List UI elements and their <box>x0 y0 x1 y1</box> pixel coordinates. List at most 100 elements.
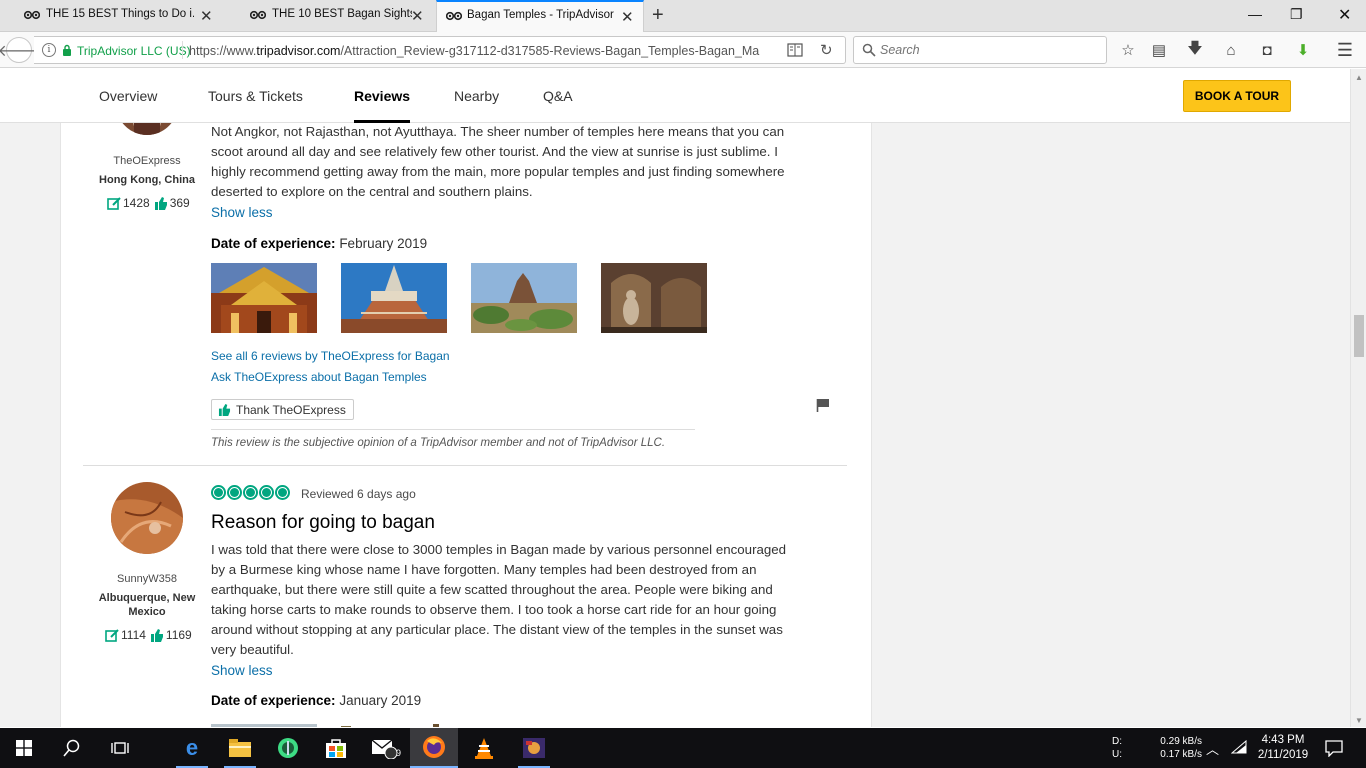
ask-reviewer-link[interactable]: Ask TheOExpress about Bagan Temples <box>211 370 427 384</box>
taskbar-store[interactable] <box>312 728 360 768</box>
tab-nearby[interactable]: Nearby <box>454 88 499 104</box>
tab-title: Bagan Temples - TripAdvisor <box>467 9 614 21</box>
scroll-up-icon[interactable]: ▲ <box>1355 73 1363 82</box>
browser-tab-3-active[interactable]: Bagan Temples - TripAdvisor ✕ <box>436 0 644 33</box>
info-icon[interactable]: i <box>42 43 56 57</box>
review-photo[interactable] <box>341 721 447 727</box>
book-a-tour-button[interactable]: BOOK A TOUR <box>1183 80 1291 112</box>
taskbar-file-explorer[interactable] <box>216 728 264 768</box>
review-separator <box>83 465 847 466</box>
taskbar-mail[interactable]: 9 <box>360 728 408 768</box>
rating-bubble <box>243 485 258 500</box>
back-button[interactable]: 🡐 <box>0 37 40 63</box>
taskbar-vlc[interactable] <box>460 728 508 768</box>
rating-bubble <box>211 485 226 500</box>
windows-taskbar: e 9 D: U: 0.29 kB/s 0.17 kB/s ︿ 4:43 PM … <box>0 728 1366 768</box>
url-domain: tripadvisor.com <box>256 44 341 58</box>
page-section-nav: Overview Tours & Tickets Reviews Nearby … <box>0 69 1350 123</box>
review-photo[interactable] <box>211 263 317 333</box>
edge-icon: e <box>185 735 199 760</box>
doe-label: Date of experience: <box>211 236 336 251</box>
date-of-experience: Date of experience: January 2019 <box>211 693 421 708</box>
firefox-icon <box>423 736 445 758</box>
reviewed-date: Reviewed 6 days ago <box>301 487 416 501</box>
store-icon <box>326 739 346 758</box>
taskbar-app[interactable] <box>510 728 558 768</box>
browser-tab-strip: THE 15 BEST Things to Do i... ✕ THE 10 B… <box>0 0 1366 33</box>
url-prefix: https://www. <box>189 44 257 58</box>
tab-overview[interactable]: Overview <box>99 88 157 104</box>
bubble-rating <box>211 485 291 500</box>
clock-date: 2/11/2019 <box>1257 749 1309 761</box>
download-label: D: <box>1112 736 1122 747</box>
folder-icon <box>229 739 251 757</box>
task-view-icon <box>111 742 129 754</box>
review-photo[interactable] <box>211 721 317 727</box>
download-helper-icon[interactable]: ⬇ <box>1293 40 1313 60</box>
upload-speed: 0.17 kB/s <box>1160 749 1202 760</box>
tab-qa[interactable]: Q&A <box>543 88 573 104</box>
thumbs-up-icon <box>218 403 231 416</box>
taskbar-clock[interactable]: 4:43 PM 2/11/2019 <box>1246 733 1320 763</box>
show-less-link[interactable]: Show less <box>211 663 273 678</box>
close-window-icon[interactable]: ✕ <box>1338 5 1351 25</box>
minimize-icon[interactable]: — <box>1248 6 1262 22</box>
menu-icon[interactable]: ☰ <box>1335 40 1355 60</box>
review-title[interactable]: Reason for going to bagan <box>211 512 435 534</box>
restore-icon[interactable]: ❐ <box>1290 6 1303 23</box>
browser-tab-1[interactable]: THE 15 BEST Things to Do i... ✕ <box>0 0 225 32</box>
windows-logo-icon <box>16 740 32 756</box>
page-content: TheOExpress Hong Kong, China 1428 369 No… <box>0 123 1350 727</box>
thank-reviewer-button[interactable]: Thank TheOExpress <box>211 399 354 420</box>
lock-icon <box>63 44 71 56</box>
tray-chevron-up-icon[interactable]: ︿ <box>1206 739 1219 758</box>
url-bar[interactable]: i TripAdvisor LLC (US) https://www.tripa… <box>34 36 846 64</box>
review-photo[interactable] <box>601 263 707 333</box>
reviewer-location: Albuquerque, New Mexico <box>98 592 196 618</box>
taskbar-firefox[interactable] <box>410 728 458 768</box>
contribution-count: 1114 <box>121 628 146 642</box>
see-all-reviews-link[interactable]: See all 6 reviews by TheOExpress for Bag… <box>211 349 450 363</box>
search-button[interactable] <box>48 728 96 768</box>
contribution-count: 1428 <box>123 196 150 210</box>
taskbar-edge[interactable]: e <box>168 728 216 768</box>
download-icon[interactable]: 🡇 <box>1185 40 1205 60</box>
flag-icon[interactable] <box>816 398 830 412</box>
close-tab-icon[interactable]: ✕ <box>411 7 424 25</box>
review-disclaimer: This review is the subjective opinion of… <box>211 437 666 449</box>
search-box[interactable] <box>853 36 1107 64</box>
wifi-icon[interactable] <box>1231 740 1247 754</box>
task-view-button[interactable] <box>96 728 144 768</box>
browser-tab-2[interactable]: THE 10 BEST Bagan Sights ... ✕ <box>226 0 436 32</box>
site-identity[interactable]: TripAdvisor LLC (US) <box>77 44 191 58</box>
reviewer-username[interactable]: SunnyW358 <box>82 573 212 585</box>
home-icon[interactable]: ⌂ <box>1221 40 1241 60</box>
reader-view-icon[interactable] <box>787 43 803 57</box>
reload-icon[interactable]: ↻ <box>820 41 833 59</box>
show-less-link[interactable]: Show less <box>211 205 273 220</box>
taskbar-android-studio[interactable] <box>264 728 312 768</box>
close-tab-icon[interactable]: ✕ <box>621 8 634 26</box>
library-icon[interactable]: ▤ <box>1149 40 1169 60</box>
page-scrollbar[interactable]: ▲ ▼ <box>1350 69 1366 727</box>
review-photo[interactable] <box>341 263 447 333</box>
search-input[interactable] <box>880 41 1100 59</box>
tab-reviews[interactable]: Reviews <box>354 88 411 123</box>
scrollbar-thumb[interactable] <box>1354 315 1364 357</box>
action-center-icon[interactable] <box>1325 739 1343 757</box>
bookmark-star-icon[interactable]: ☆ <box>1118 40 1138 60</box>
rating-bubble <box>259 485 274 500</box>
url-text[interactable]: https://www.tripadvisor.com/Attraction_R… <box>189 44 779 58</box>
avatar[interactable] <box>116 123 178 135</box>
close-tab-icon[interactable]: ✕ <box>200 7 213 25</box>
scroll-down-icon[interactable]: ▼ <box>1355 716 1363 725</box>
browser-toolbar: 🡐 i TripAdvisor LLC (US) https://www.tri… <box>0 32 1366 68</box>
tab-tours-tickets[interactable]: Tours & Tickets <box>208 88 303 104</box>
network-speed-labels: D: U: <box>1112 735 1122 761</box>
avatar[interactable] <box>111 482 183 554</box>
review-photo[interactable] <box>471 263 577 333</box>
pocket-icon[interactable]: ◘ <box>1257 40 1277 60</box>
start-button[interactable] <box>0 728 48 768</box>
reviewer-username[interactable]: TheOExpress <box>82 155 212 167</box>
new-tab-icon[interactable]: + <box>652 4 664 27</box>
